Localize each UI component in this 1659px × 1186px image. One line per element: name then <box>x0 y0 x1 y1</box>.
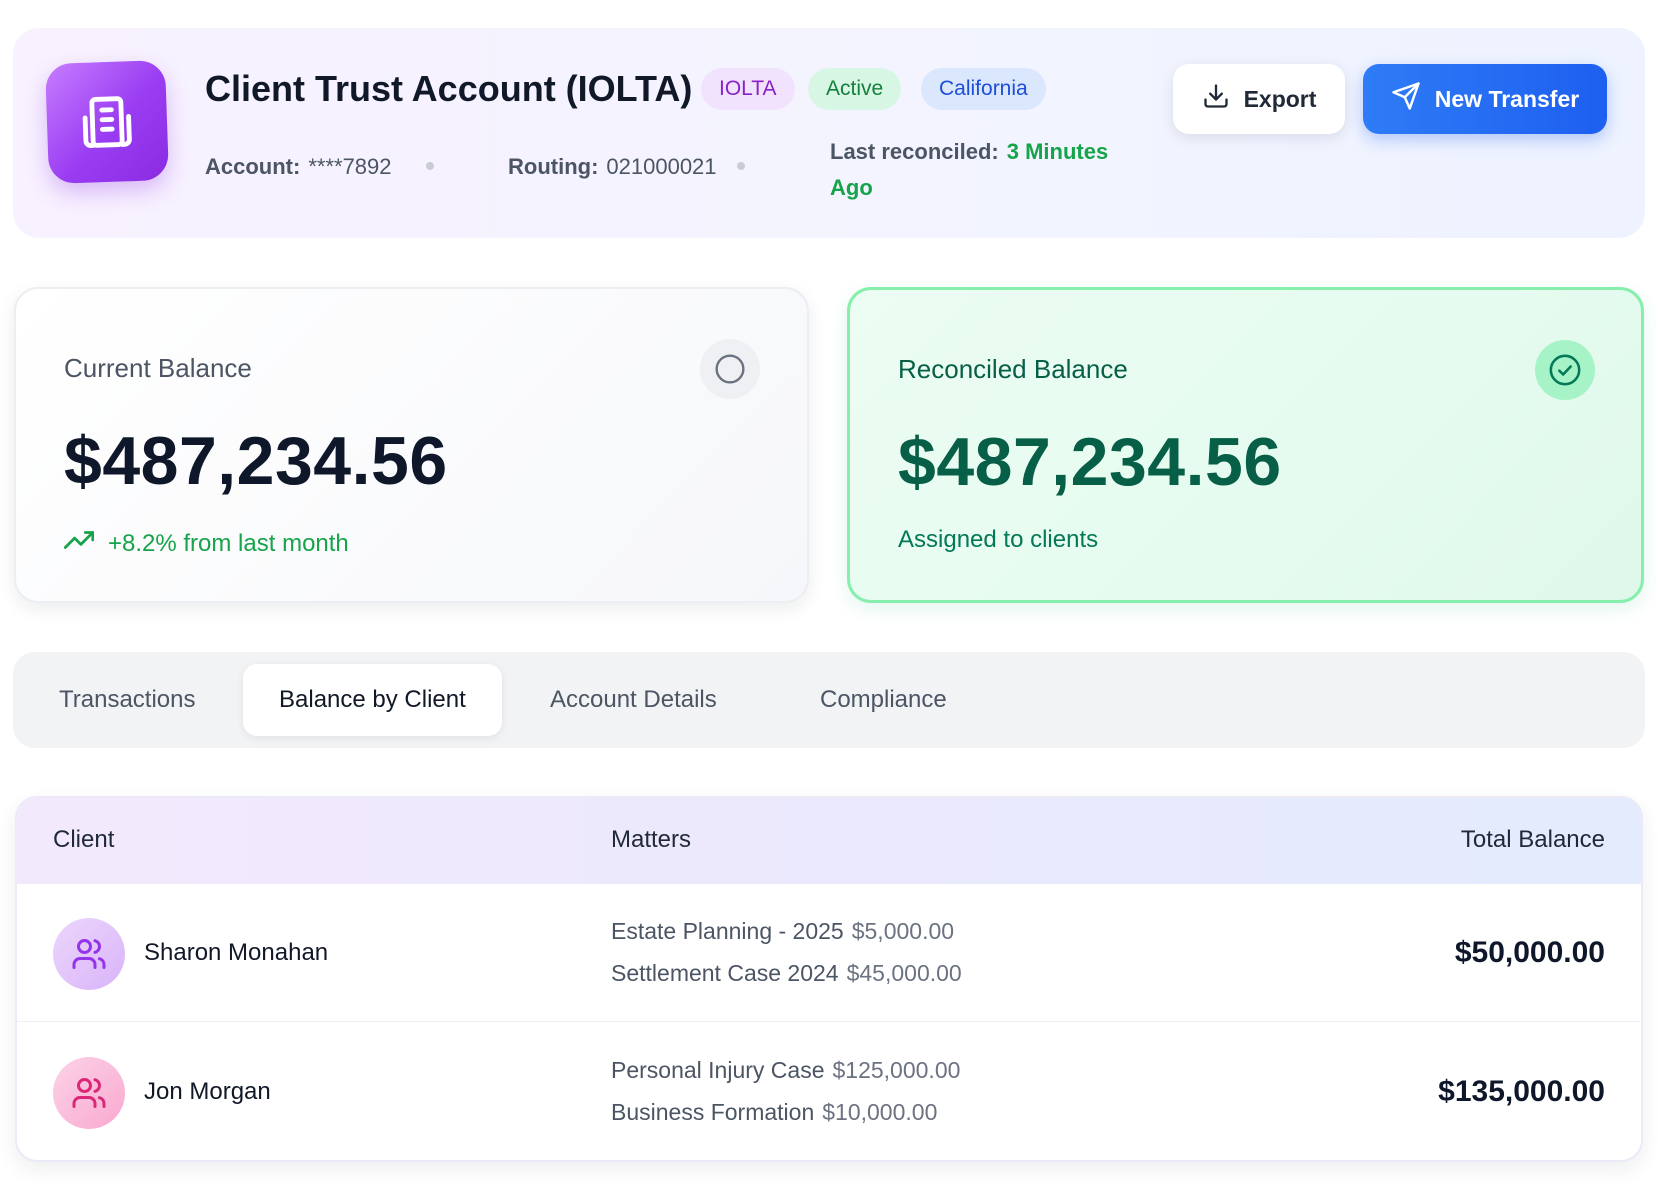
reconciled-balance-label: Reconciled Balance <box>898 354 1128 384</box>
download-icon <box>1202 82 1230 116</box>
matter-name: Personal Injury Case <box>611 1057 825 1083</box>
matter-item: Estate Planning - 2025 $5,000.00 <box>611 918 954 945</box>
column-header-client: Client <box>53 826 115 853</box>
tab-compliance[interactable]: Compliance <box>784 664 983 736</box>
routing-value: 021000021 <box>606 154 717 179</box>
tab-transactions[interactable]: Transactions <box>23 664 232 736</box>
client-balance-table: Client Matters Total Balance Sharon Mona… <box>15 796 1643 1162</box>
building-icon <box>44 59 170 185</box>
reconciled-balance-card: Reconciled Balance $487,234.56 Assigned … <box>847 287 1644 603</box>
table-header: Client Matters Total Balance <box>17 798 1641 884</box>
export-label: Export <box>1243 85 1317 112</box>
matter-amount: $45,000.00 <box>846 960 962 986</box>
users-icon <box>53 918 125 990</box>
matter-item: Personal Injury Case $125,000.00 <box>611 1057 960 1084</box>
export-button[interactable]: Export <box>1173 64 1345 134</box>
reconciled-balance-amount: $487,234.56 <box>898 424 1282 500</box>
page-title: Client Trust Account (IOLTA) <box>205 68 693 109</box>
reconciled-balance-note: Assigned to clients <box>898 526 1099 553</box>
account-label: Account: <box>205 154 301 179</box>
check-circle-icon <box>1535 340 1595 400</box>
matter-item: Settlement Case 2024 $45,000.00 <box>611 960 962 987</box>
matter-amount: $125,000.00 <box>832 1057 961 1083</box>
state-badge: California <box>921 68 1046 110</box>
routing-label: Routing: <box>508 154 599 179</box>
client-name: Sharon Monahan <box>144 939 329 966</box>
tab-account-details[interactable]: Account Details <box>514 664 753 736</box>
client-name: Jon Morgan <box>144 1078 271 1105</box>
routing-number: Routing: 021000021 <box>508 154 717 180</box>
column-header-matters: Matters <box>611 826 692 853</box>
send-icon <box>1391 81 1421 117</box>
users-icon <box>53 1057 125 1129</box>
matter-amount: $10,000.00 <box>822 1099 938 1125</box>
current-balance-label: Current Balance <box>64 353 252 383</box>
trending-up-icon <box>63 525 95 562</box>
current-balance-trend: +8.2% from last month <box>63 525 349 562</box>
matter-amount: $5,000.00 <box>851 918 955 944</box>
tab-bar: Transactions Balance by Client Account D… <box>13 652 1645 748</box>
table-row[interactable]: Jon Morgan Personal Injury Case $125,000.… <box>17 1023 1641 1160</box>
current-balance-trend-text: +8.2% from last month <box>108 529 349 557</box>
matter-name: Settlement Case 2024 <box>611 960 839 986</box>
matter-name: Estate Planning - 2025 <box>611 918 844 944</box>
separator-dot <box>426 162 434 170</box>
account-type-badge: IOLTA <box>701 68 795 110</box>
matter-item: Business Formation $10,000.00 <box>611 1099 937 1126</box>
account-value: ****7892 <box>308 154 392 179</box>
account-header: Client Trust Account (IOLTA) IOLTA Activ… <box>13 28 1645 238</box>
new-transfer-button[interactable]: New Transfer <box>1363 64 1607 134</box>
current-balance-amount: $487,234.56 <box>64 423 448 499</box>
current-balance-card: Current Balance $487,234.56 +8.2% from l… <box>14 287 809 603</box>
column-header-total: Total Balance <box>1460 826 1605 853</box>
circle-icon <box>700 339 760 399</box>
status-badge: Active <box>808 68 902 110</box>
separator-dot <box>737 162 745 170</box>
client-total-balance: $135,000.00 <box>1438 1075 1605 1108</box>
new-transfer-label: New Transfer <box>1434 85 1580 112</box>
account-number: Account: ****7892 <box>205 154 392 180</box>
tab-balance-by-client[interactable]: Balance by Client <box>243 664 502 736</box>
client-total-balance: $50,000.00 <box>1454 936 1605 969</box>
last-reconciled: Last reconciled: 3 Minutes Ago <box>830 134 1150 206</box>
table-row[interactable]: Sharon Monahan Estate Planning - 2025 $5,… <box>17 884 1641 1022</box>
matter-name: Business Formation <box>611 1099 815 1125</box>
reconciled-label: Last reconciled: <box>830 139 999 164</box>
